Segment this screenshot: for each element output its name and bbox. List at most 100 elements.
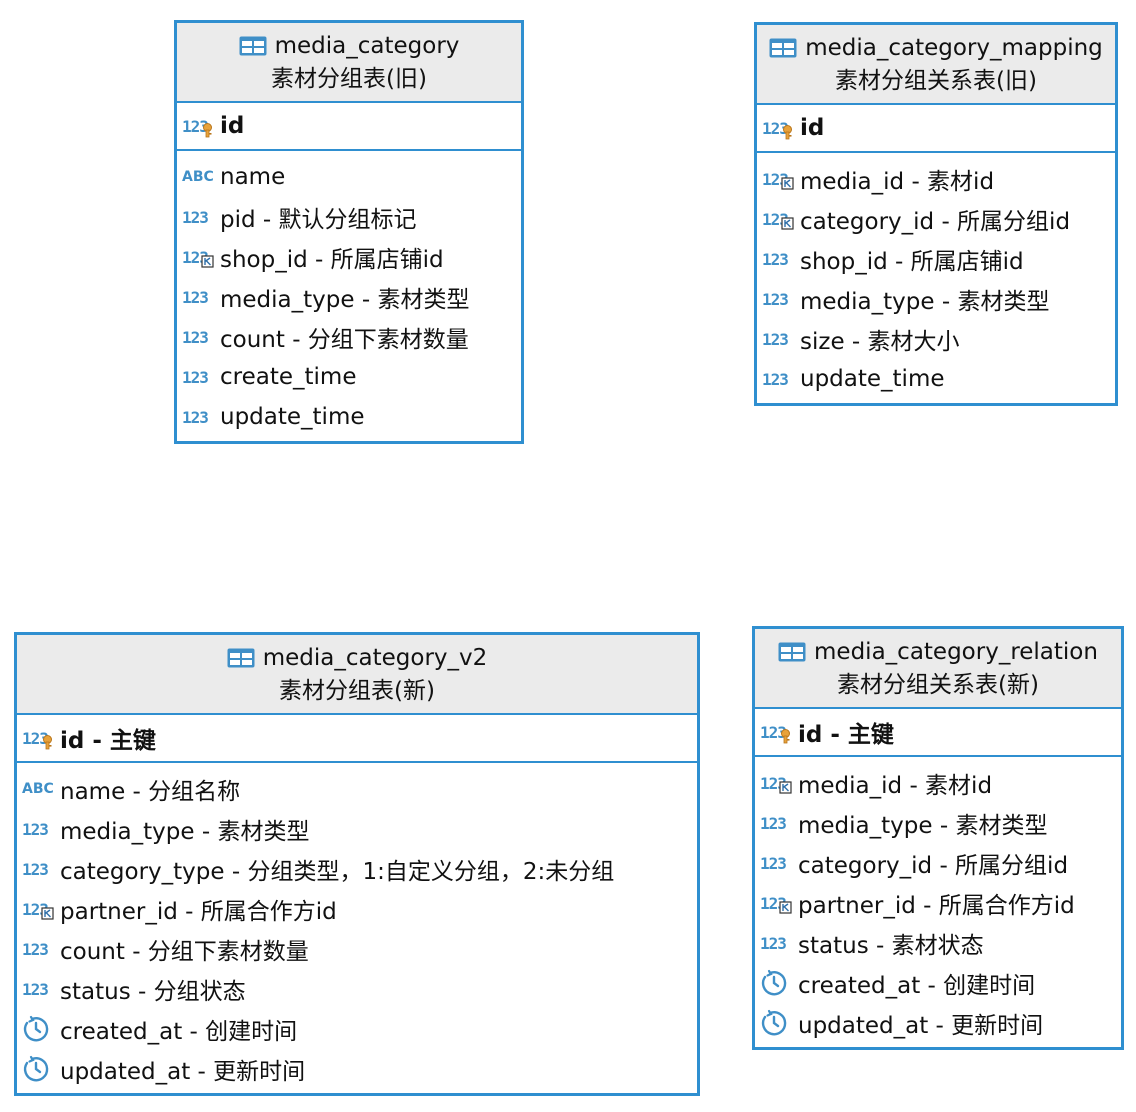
table-name: media_category_relation xyxy=(814,639,1098,665)
column-row[interactable]: updated_at - 更新时间 xyxy=(22,1049,691,1089)
number-icon: 123 xyxy=(22,819,49,839)
primary-key-section: 123 id xyxy=(757,105,1115,153)
column-label: category_id - 所属分组id xyxy=(798,853,1069,879)
numeric-type-icon: 123 xyxy=(182,111,216,141)
column-row[interactable]: 123 media_id - 素材id xyxy=(760,763,1115,803)
datetime-type-icon xyxy=(760,1008,794,1038)
number-icon: 123 xyxy=(760,813,787,833)
column-row[interactable]: 123 category_type - 分组类型，1:自定义分组，2:未分组 xyxy=(22,849,691,889)
primary-key-icon xyxy=(203,123,212,138)
column-row[interactable]: updated_at - 更新时间 xyxy=(760,1003,1115,1043)
numeric-type-icon: 123 xyxy=(22,723,56,753)
entity-media-category[interactable]: media_category 素材分组表(旧) 123 id ABC name 123… xyxy=(174,20,524,444)
clock-icon xyxy=(761,1009,787,1036)
table-comment: 素材分组关系表(新) xyxy=(837,672,1039,698)
column-row[interactable]: 123 shop_id - 所属店铺id xyxy=(182,237,515,277)
numeric-type-icon: 123 xyxy=(760,768,794,798)
column-row[interactable]: ABC name - 分组名称 xyxy=(22,769,691,809)
numeric-type-icon: 123 xyxy=(182,362,216,392)
column-label: id xyxy=(800,115,825,141)
foreign-key-icon xyxy=(781,217,794,230)
column-row[interactable]: 123 update_time xyxy=(182,397,515,437)
number-icon: 123 xyxy=(182,287,209,307)
column-row[interactable]: ABC name xyxy=(182,157,515,197)
column-row[interactable]: 123 id - 主键 xyxy=(760,715,1115,749)
foreign-key-icon xyxy=(779,781,792,794)
table-icon xyxy=(769,38,797,58)
column-label: media_type - 素材类型 xyxy=(60,819,310,845)
column-label: partner_id - 所属合作方id xyxy=(60,899,337,925)
column-row[interactable]: 123 create_time xyxy=(182,357,515,397)
column-row[interactable]: 123 category_id - 所属分组id xyxy=(762,199,1109,239)
column-row[interactable]: 123 status - 素材状态 xyxy=(760,923,1115,963)
datetime-type-icon xyxy=(760,968,794,998)
number-icon: 123 xyxy=(182,327,209,347)
column-row[interactable]: created_at - 创建时间 xyxy=(760,963,1115,1003)
text-type-icon: ABC xyxy=(22,774,56,804)
column-row[interactable]: 123 partner_id - 所属合作方id xyxy=(22,889,691,929)
entity-media-category-mapping[interactable]: media_category_mapping 素材分组关系表(旧) 123 id … xyxy=(754,22,1118,406)
column-label: pid - 默认分组标记 xyxy=(220,207,417,233)
column-row[interactable]: created_at - 创建时间 xyxy=(22,1009,691,1049)
columns-section: ABC name 123 pid - 默认分组标记 123 shop_id - 所属店铺i… xyxy=(177,151,521,441)
column-label: id - 主键 xyxy=(60,728,156,754)
column-label: id xyxy=(220,113,245,139)
numeric-type-icon: 123 xyxy=(760,848,794,878)
column-row[interactable]: 123 update_time xyxy=(762,359,1109,399)
column-label: partner_id - 所属合作方id xyxy=(798,893,1075,919)
numeric-type-icon: 123 xyxy=(760,888,794,918)
column-row[interactable]: 123 partner_id - 所属合作方id xyxy=(760,883,1115,923)
column-row[interactable]: 123 status - 分组状态 xyxy=(22,969,691,1009)
column-row[interactable]: 123 pid - 默认分组标记 xyxy=(182,197,515,237)
table-icon xyxy=(227,648,255,668)
foreign-key-icon xyxy=(201,255,214,268)
numeric-type-icon: 123 xyxy=(760,928,794,958)
column-row[interactable]: 123 category_id - 所属分组id xyxy=(760,843,1115,883)
entity-header: media_category_mapping 素材分组关系表(旧) xyxy=(757,25,1115,105)
numeric-type-icon: 123 xyxy=(182,322,216,352)
column-label: shop_id - 所属店铺id xyxy=(800,249,1024,275)
table-icon xyxy=(239,36,267,56)
primary-key-section: 123 id xyxy=(177,103,521,151)
column-row[interactable]: 123 count - 分组下素材数量 xyxy=(182,317,515,357)
entity-media-category-relation[interactable]: media_category_relation 素材分组关系表(新) 123 id… xyxy=(752,626,1124,1050)
clock-icon xyxy=(23,1055,49,1082)
column-label: category_id - 所属分组id xyxy=(800,209,1071,235)
column-row[interactable]: 123 media_type - 素材类型 xyxy=(762,279,1109,319)
entity-header: media_category_relation 素材分组关系表(新) xyxy=(755,629,1121,709)
column-label: updated_at - 更新时间 xyxy=(798,1013,1044,1039)
column-row[interactable]: 123 media_type - 素材类型 xyxy=(182,277,515,317)
column-row[interactable]: 123 id xyxy=(762,111,1109,145)
column-row[interactable]: 123 media_type - 素材类型 xyxy=(22,809,691,849)
number-icon: 123 xyxy=(182,367,209,387)
number-icon: 123 xyxy=(182,407,209,427)
numeric-type-icon: 123 xyxy=(22,814,56,844)
column-row[interactable]: 123 count - 分组下素材数量 xyxy=(22,929,691,969)
column-label: size - 素材大小 xyxy=(800,329,960,355)
number-icon: 123 xyxy=(762,249,789,269)
column-row[interactable]: 123 size - 素材大小 xyxy=(762,319,1109,359)
column-label: id - 主键 xyxy=(798,722,894,748)
column-row[interactable]: 123 media_type - 素材类型 xyxy=(760,803,1115,843)
foreign-key-icon xyxy=(781,177,794,190)
abc-icon: ABC xyxy=(182,169,214,185)
datetime-type-icon xyxy=(22,1014,56,1044)
number-icon: 123 xyxy=(762,329,789,349)
numeric-type-icon: 123 xyxy=(182,242,216,272)
numeric-type-icon: 123 xyxy=(762,284,796,314)
column-label: media_type - 素材类型 xyxy=(220,287,470,313)
primary-key-icon xyxy=(781,729,790,744)
column-row[interactable]: 123 id xyxy=(182,109,515,143)
numeric-type-icon: 123 xyxy=(182,202,216,232)
column-row[interactable]: 123 shop_id - 所属店铺id xyxy=(762,239,1109,279)
primary-key-section: 123 id - 主键 xyxy=(17,715,697,763)
number-icon: 123 xyxy=(760,933,787,953)
column-row[interactable]: 123 id - 主键 xyxy=(22,721,691,755)
column-label: count - 分组下素材数量 xyxy=(220,327,469,353)
numeric-type-icon: 123 xyxy=(22,894,56,924)
column-label: media_id - 素材id xyxy=(798,773,993,799)
foreign-key-icon xyxy=(41,907,54,920)
entity-media-category-v2[interactable]: media_category_v2 素材分组表(新) 123 id - 主键 AB… xyxy=(14,632,700,1096)
column-row[interactable]: 123 media_id - 素材id xyxy=(762,159,1109,199)
number-icon: 123 xyxy=(762,289,789,309)
